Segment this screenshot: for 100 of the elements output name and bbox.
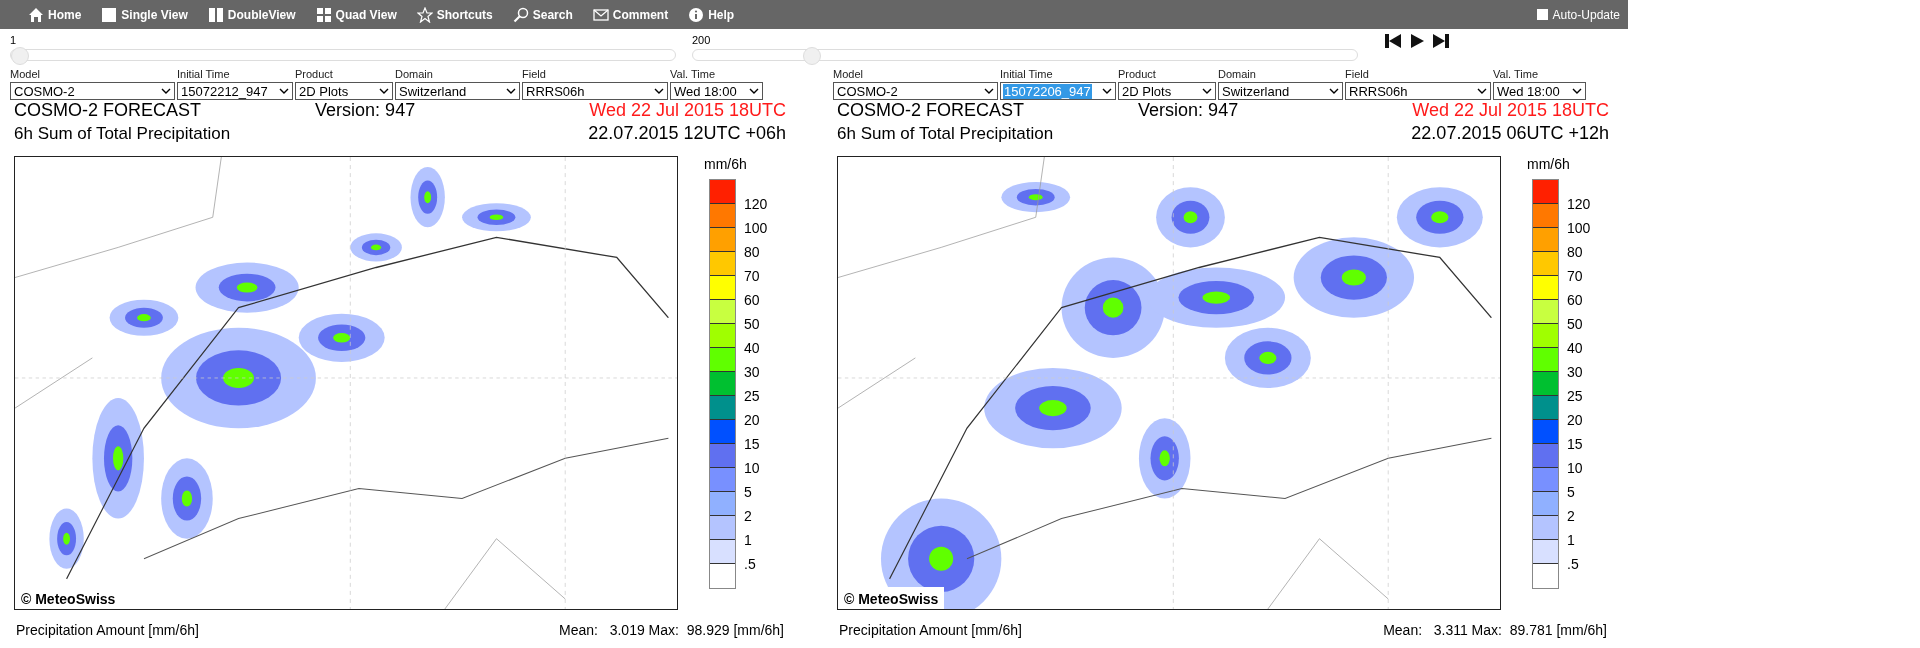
dropdown-label: Domain <box>395 67 434 82</box>
slider-label: 1 <box>10 34 18 47</box>
caret-icon <box>1477 88 1487 94</box>
run-time: 22.07.2015 12UTC +06h <box>588 123 786 144</box>
toolbar-button[interactable]: DoubleView <box>199 6 304 23</box>
play-icon[interactable] <box>1408 33 1426 49</box>
dropdown[interactable]: Wed 18:00 <box>1493 82 1586 100</box>
star-icon <box>416 6 433 23</box>
legend-tick: 40 <box>1567 339 1584 358</box>
legend-tick: 2 <box>744 507 753 526</box>
dropdown-label: Model <box>833 67 864 82</box>
mail-icon <box>592 6 609 23</box>
dropdown[interactable]: COSMO-2 <box>833 82 998 100</box>
slider-thumb[interactable] <box>11 47 29 65</box>
dropdown[interactable]: RRRS06h <box>1345 82 1491 100</box>
legend-unit: mm/6h <box>1527 156 1570 172</box>
legend-tick: 20 <box>1567 411 1584 430</box>
version-text: Version: 947 <box>1138 100 1239 121</box>
legend-tick: 50 <box>1567 315 1584 334</box>
skip-back-icon[interactable] <box>1384 33 1402 49</box>
info-icon <box>688 6 705 23</box>
skip-forward-icon[interactable] <box>1432 33 1450 49</box>
legend-tick: 60 <box>1567 291 1584 310</box>
legend-tick: 15 <box>1567 435 1584 454</box>
caret-icon <box>161 88 171 94</box>
caret-icon <box>379 88 389 94</box>
toolbar-button[interactable]: Quad View <box>307 6 405 23</box>
legend-tick: 50 <box>744 315 761 334</box>
square-icon <box>101 6 118 23</box>
toolbar-button[interactable]: Comment <box>584 6 677 23</box>
legend-tick: 25 <box>744 387 761 406</box>
home-icon <box>28 6 44 23</box>
legend-tick: 5 <box>1567 483 1576 502</box>
legend-tick: 120 <box>1567 195 1591 214</box>
caret-icon <box>654 88 664 94</box>
auto-update-checkbox[interactable]: Auto-Update <box>1536 7 1620 22</box>
dropdown-label: Model <box>10 67 41 82</box>
dropdown[interactable]: 2D Plots <box>295 82 393 100</box>
valid-time: Wed 22 Jul 2015 18UTC <box>589 100 786 121</box>
legend-tick: 20 <box>744 411 761 430</box>
dropdown-label: Domain <box>1218 67 1257 82</box>
toolbar-button[interactable]: Shortcuts <box>408 6 501 23</box>
caret-icon <box>984 88 994 94</box>
columns-icon <box>207 6 224 23</box>
legend-tick: .5 <box>744 555 757 574</box>
caret-icon <box>506 88 516 94</box>
legend-tick: 80 <box>744 243 761 262</box>
legend-tick: 10 <box>744 459 761 478</box>
dropdown-label: Product <box>1118 67 1157 82</box>
dropdown-label: Initial Time <box>1000 67 1054 82</box>
dropdown-label: Initial Time <box>177 67 231 82</box>
dropdown[interactable]: 2D Plots <box>1118 82 1216 100</box>
legend-tick: 70 <box>744 267 761 286</box>
toolbar-button[interactable]: Single View <box>93 6 196 23</box>
caret-icon <box>1329 88 1339 94</box>
legend-tick: 100 <box>1567 219 1591 238</box>
dropdown[interactable]: RRRS06h <box>522 82 668 100</box>
caret-icon <box>279 88 289 94</box>
caret-icon <box>1102 88 1112 94</box>
dropdown-label: Field <box>522 67 547 82</box>
dropdown[interactable]: COSMO-2 <box>10 82 175 100</box>
slider-label: 200 <box>692 34 712 47</box>
dropdown-label: Field <box>1345 67 1370 82</box>
legend-tick: 30 <box>1567 363 1584 382</box>
forecast-title: COSMO-2 FORECAST <box>837 100 1024 121</box>
legend-tick: 25 <box>1567 387 1584 406</box>
legend-tick: 60 <box>744 291 761 310</box>
legend-tick: 100 <box>744 219 768 238</box>
statistics-text: Mean: 3.019 Max: 98.929 [mm/6h] <box>559 622 784 638</box>
legend-tick: 1 <box>1567 531 1576 550</box>
legend-tick: 15 <box>744 435 761 454</box>
legend-tick: 120 <box>744 195 768 214</box>
caret-icon <box>1202 88 1212 94</box>
legend-tick: 10 <box>1567 459 1584 478</box>
dropdown[interactable]: 15072212_947 <box>177 82 293 100</box>
toolbar-button[interactable]: Help <box>680 6 743 23</box>
dropdown-label: Val. Time <box>1493 67 1540 82</box>
version-text: Version: 947 <box>315 100 416 121</box>
legend-tick: 80 <box>1567 243 1584 262</box>
dropdown-label: Val. Time <box>670 67 717 82</box>
dropdown[interactable]: Switzerland <box>1218 82 1343 100</box>
footer-label: Precipitation Amount [mm/6h] <box>16 622 199 638</box>
toolbar-button[interactable]: Home <box>20 6 90 23</box>
legend-tick: 30 <box>744 363 761 382</box>
statistics-text: Mean: 3.311 Max: 89.781 [mm/6h] <box>1383 622 1607 638</box>
legend-unit: mm/6h <box>704 156 747 172</box>
run-time: 22.07.2015 06UTC +12h <box>1411 123 1609 144</box>
dropdown-label: Product <box>295 67 334 82</box>
field-subtitle: 6h Sum of Total Precipitation <box>837 124 1054 144</box>
search-icon <box>512 6 529 23</box>
legend-tick: 70 <box>1567 267 1584 286</box>
dropdown[interactable]: Wed 18:00 <box>670 82 763 100</box>
grid-icon <box>315 6 332 23</box>
forecast-title: COSMO-2 FORECAST <box>14 100 201 121</box>
caret-icon <box>749 88 759 94</box>
slider-thumb[interactable] <box>802 47 821 65</box>
legend-tick: .5 <box>1567 555 1580 574</box>
caret-icon <box>1572 88 1582 94</box>
dropdown[interactable]: Switzerland <box>395 82 520 100</box>
toolbar-button[interactable]: Search <box>504 6 581 23</box>
